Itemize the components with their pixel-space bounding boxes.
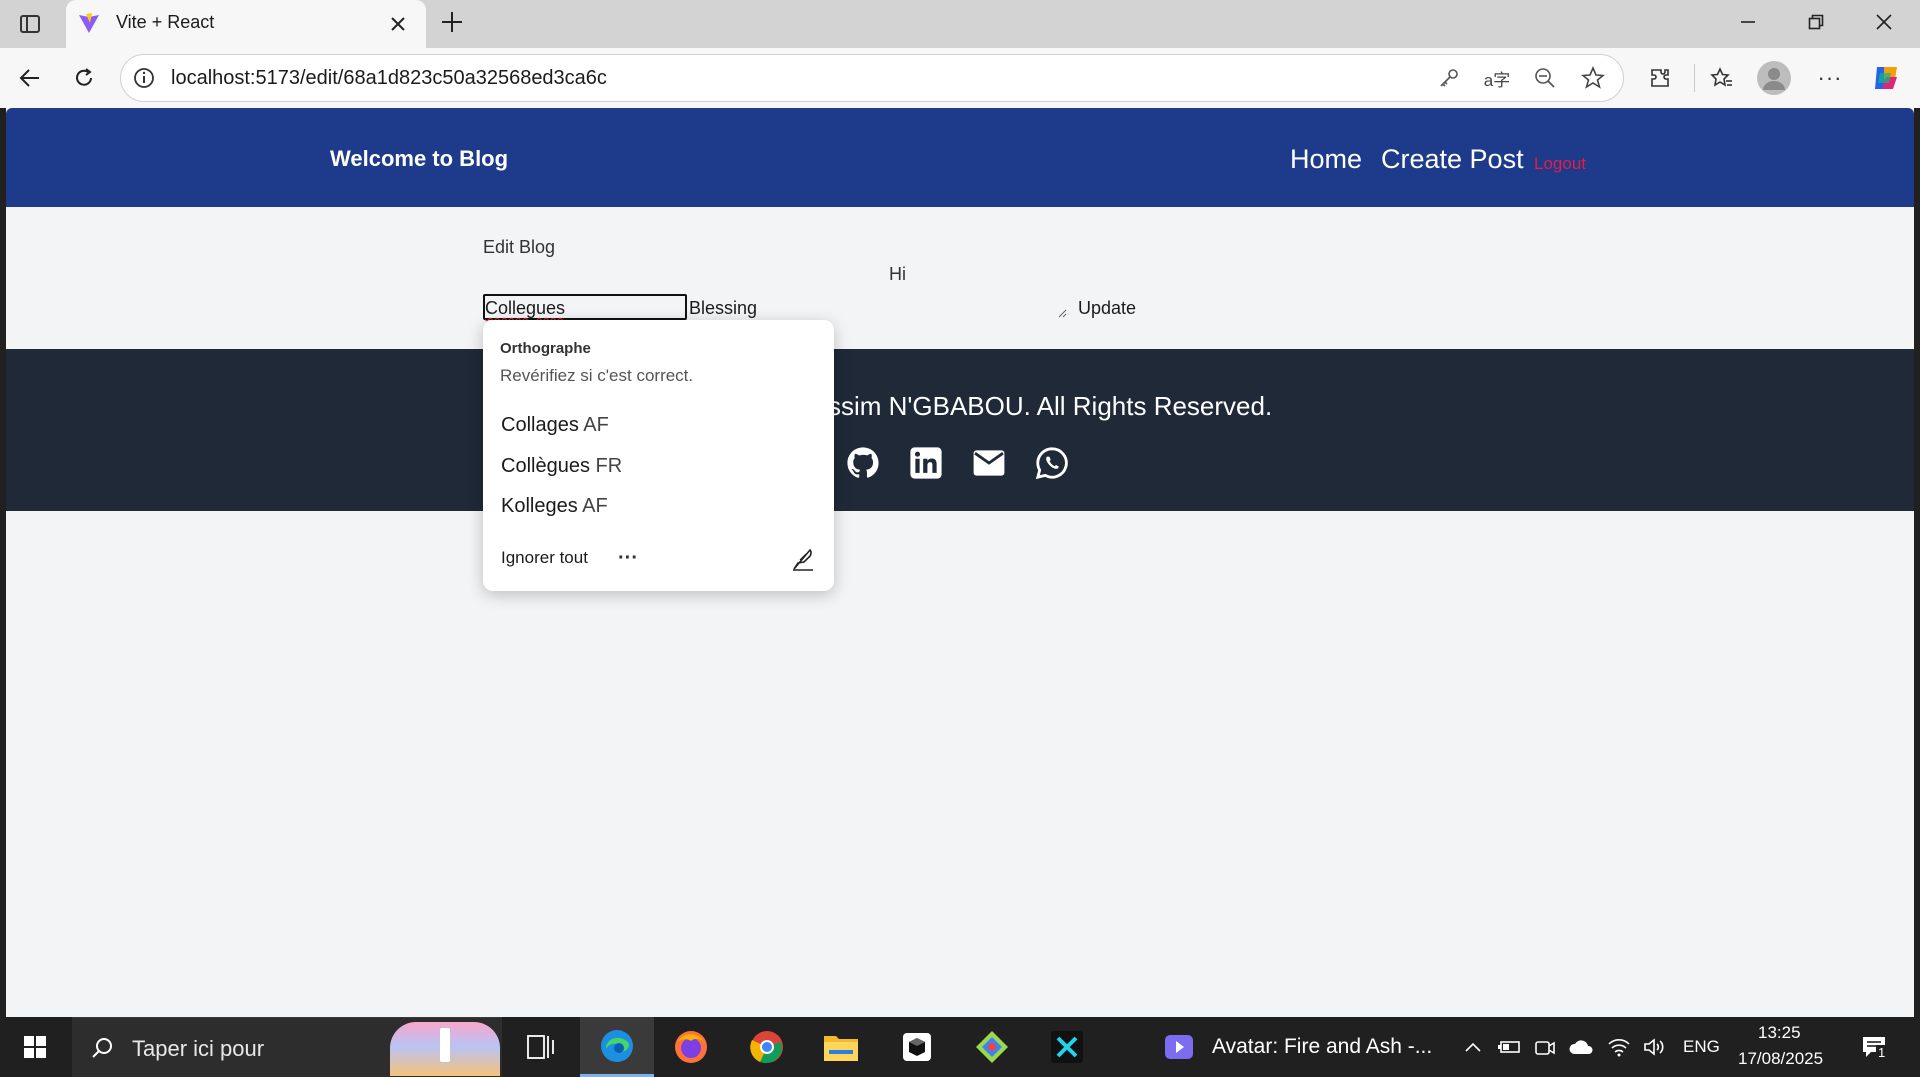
toolbar-divider [1694,64,1695,92]
spellcheck-subtitle: Revérifiez si c'est correct. [500,366,694,385]
whatsapp-icon[interactable] [1033,444,1071,482]
favorites-icon[interactable] [1702,58,1742,98]
close-window-icon[interactable] [1862,2,1906,42]
vite-logo-icon [76,10,102,36]
wifi-icon[interactable] [1604,1033,1634,1061]
resize-handle-icon[interactable] [1057,308,1067,318]
suggestion-word: Kolleges [501,495,578,517]
edit-blog-heading: Edit Blog [483,237,556,257]
close-tab-icon[interactable] [384,10,412,38]
web-page: Welcome to Blog Home Create Post Logout … [6,108,1914,1017]
tab-actions-icon[interactable] [10,4,50,44]
suggestion-word: Collègues [501,455,590,477]
clock-date: 17/08/2025 [1738,1049,1824,1068]
suggestion-item[interactable]: Kolleges AF [501,495,608,518]
volume-icon[interactable] [1640,1033,1670,1061]
suggestion-item[interactable]: Collègues FR [501,455,622,478]
suggestion-item[interactable]: Collages AF [501,414,609,437]
url-text[interactable]: localhost:5173/edit/68a1d823c50a32568ed3… [171,67,607,90]
cursor-app-icon[interactable] [1030,1017,1104,1077]
media-widget[interactable]: Avatar: Fire and Ash -... [1162,1031,1472,1063]
spellcheck-title: Orthographe [500,340,591,357]
github-icon[interactable] [844,444,882,482]
restore-icon[interactable] [1794,2,1838,42]
onedrive-icon[interactable] [1566,1033,1596,1061]
app-box-icon[interactable] [880,1017,954,1077]
site-header: Welcome to Blog Home Create Post Logout [6,108,1914,207]
task-view-icon[interactable] [504,1017,578,1077]
file-explorer-icon[interactable] [804,1017,878,1077]
nav-home-link[interactable]: Home [1290,144,1362,175]
address-bar[interactable]: localhost:5173/edit/68a1d823c50a32568ed3… [120,54,1624,102]
notification-count: 1 [1876,1045,1888,1060]
email-icon[interactable] [970,444,1008,482]
back-icon[interactable] [10,58,50,98]
minimize-icon[interactable] [1726,2,1770,42]
suggestion-lang: AF [583,414,609,436]
new-tab-icon[interactable] [432,2,472,42]
quill-pen-icon[interactable] [788,544,818,574]
title-input[interactable]: Collegues [483,294,687,320]
clock-time: 13:25 [1758,1023,1801,1042]
nav-create-post-link[interactable]: Create Post [1381,144,1524,175]
input-language[interactable]: ENG [1683,1037,1720,1057]
update-button[interactable]: Update [1078,298,1136,319]
battery-icon[interactable] [1496,1033,1522,1061]
profile-avatar[interactable] [1756,60,1792,96]
site-brand[interactable]: Welcome to Blog [330,146,508,172]
clock[interactable]: 13:25 17/08/2025 [1738,1023,1828,1073]
spellcheck-more-icon[interactable]: ··· [613,546,643,570]
refresh-icon[interactable] [64,58,104,98]
tab-title: Vite + React [116,12,215,32]
key-icon[interactable] [1435,64,1463,92]
extensions-icon[interactable] [1640,58,1680,98]
video-play-icon [1164,1033,1194,1061]
site-footer: ssim N'GBABOU. All Rights Reserved. [6,349,1914,511]
spellcheck-popup: Orthographe Revérifiez si c'est correct.… [483,320,834,591]
linkedin-icon[interactable] [907,444,945,482]
lighthouse-icon [440,1028,450,1062]
content-textarea-value: Blessing [689,298,758,318]
firefox-icon[interactable] [654,1017,728,1077]
logout-button[interactable]: Logout [1534,154,1586,174]
tab-bar: Vite + React [0,0,1920,48]
suggestion-lang: AF [582,495,608,517]
taskbar: Taper ici pour Avatar: Fire and Ash -... [0,1017,1920,1077]
suggestion-lang: FR [595,455,623,477]
notification-icon[interactable]: 1 [1854,1029,1894,1065]
copilot-icon[interactable] [1866,58,1906,98]
content-textarea[interactable]: Blessing [687,294,1067,320]
chevron-up-icon[interactable] [1460,1033,1486,1061]
suggestion-word: Collages [501,414,579,436]
hi-text: Hi [889,264,906,284]
browser-tab[interactable]: Vite + React [66,0,426,48]
media-title: Avatar: Fire and Ash -... [1212,1035,1433,1058]
translate-icon[interactable]: a字 [1483,64,1511,92]
chrome-icon[interactable] [730,1017,804,1077]
edge-icon[interactable] [580,1017,654,1077]
git-tool-icon[interactable] [955,1017,1029,1077]
taskbar-search[interactable]: Taper ici pour [72,1017,502,1077]
zoom-out-icon[interactable] [1531,64,1559,92]
search-highlight-image [390,1022,500,1076]
meet-now-icon[interactable] [1532,1033,1558,1061]
site-info-icon[interactable] [131,65,157,91]
ignore-all-button[interactable]: Ignorer tout [501,548,588,568]
search-placeholder: Taper ici pour [132,1036,265,1061]
windows-start-icon[interactable] [0,1017,70,1077]
favorite-star-icon[interactable] [1579,64,1607,92]
title-input-value: Collegues [485,298,566,318]
footer-copyright: ssim N'GBABOU. All Rights Reserved. [828,391,1273,421]
search-icon [88,1034,116,1062]
more-options-icon[interactable]: ··· [1810,58,1850,98]
